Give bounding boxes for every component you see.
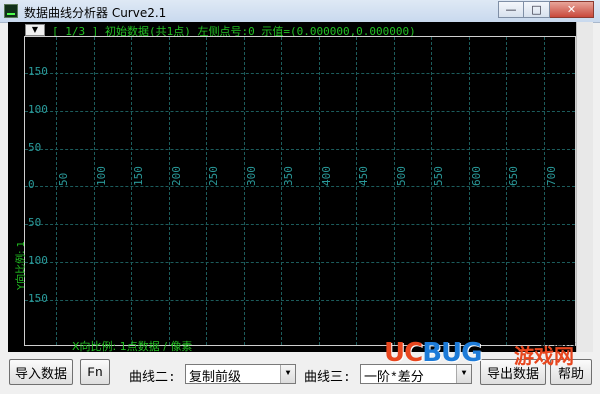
- grid-line-v: [544, 37, 545, 345]
- grid-line-v: [469, 37, 470, 345]
- y-tick-label: 0: [28, 178, 35, 191]
- grid-line-v: [56, 37, 57, 345]
- app-chart-icon: [4, 4, 18, 18]
- grid-line-v: [356, 37, 357, 345]
- window-title: 数据曲线分析器 Curve2.1: [24, 6, 167, 20]
- grid-line-v: [169, 37, 170, 345]
- x-tick-label: 150: [132, 166, 145, 186]
- x-tick-label: 600: [470, 166, 483, 186]
- grid-line-v: [506, 37, 507, 345]
- x-tick-label: 50: [57, 172, 70, 186]
- grid-line-v: [394, 37, 395, 345]
- minimize-button[interactable]: —: [498, 1, 524, 18]
- x-tick-label: 200: [170, 166, 183, 186]
- y-tick-label: 100: [28, 254, 48, 267]
- vertical-scrollbar[interactable]: [576, 22, 593, 352]
- x-tick-label: 500: [395, 166, 408, 186]
- x-scale-label: X向比例: 1点数据 / 像素: [72, 340, 193, 352]
- grid-line-h: [25, 224, 575, 225]
- curve3-value: 一阶*差分: [364, 370, 424, 385]
- chevron-down-icon: ▼: [280, 365, 295, 383]
- grid-line-v: [131, 37, 132, 345]
- x-tick-label: 550: [432, 166, 445, 186]
- x-tick-label: 100: [95, 166, 108, 186]
- grid-line-h: [25, 186, 575, 187]
- y-tick-label: 100: [28, 103, 48, 116]
- plot-dropdown-button[interactable]: ▼: [25, 24, 45, 36]
- watermark-text: 游戏网: [514, 344, 574, 368]
- fn-button[interactable]: Fn: [80, 359, 110, 385]
- maximize-button[interactable]: □: [524, 1, 550, 18]
- grid-line-h: [25, 300, 575, 301]
- grid-line-v: [281, 37, 282, 345]
- import-data-button[interactable]: 导入数据: [9, 359, 73, 385]
- curve2-label: 曲线二:: [129, 370, 176, 385]
- grid-line-v: [94, 37, 95, 345]
- grid-line-v: [319, 37, 320, 345]
- y-tick-label: 50: [28, 141, 42, 154]
- x-tick-label: 250: [207, 166, 220, 186]
- x-tick-label: 350: [282, 166, 295, 186]
- plot-canvas[interactable]: ▼ [ 1/3 ] 初始数据(共1点) 左侧点号:0 示值=(0.000000,…: [8, 22, 576, 352]
- x-tick-label: 650: [507, 166, 520, 186]
- y-tick-label: 50: [28, 216, 42, 229]
- y-tick-label: 150: [28, 65, 48, 78]
- grid-line-v: [206, 37, 207, 345]
- curve2-select[interactable]: 复制前级 ▼: [185, 364, 296, 385]
- x-tick-label: 400: [320, 166, 333, 186]
- y-scale-label: Y向比例: 1: [16, 240, 27, 290]
- grid-line-h: [25, 149, 575, 150]
- grid-line-v: [244, 37, 245, 345]
- grid-line-h: [25, 73, 575, 74]
- x-tick-label: 700: [545, 166, 558, 186]
- curve3-label: 曲线三:: [304, 370, 351, 385]
- grid-line-v: [431, 37, 432, 345]
- curve2-value: 复制前级: [189, 370, 242, 385]
- watermark-logo: UCBUG: [384, 338, 482, 368]
- x-tick-label: 300: [245, 166, 258, 186]
- y-tick-label: 150: [28, 292, 48, 305]
- grid-line-h: [25, 111, 575, 112]
- close-button[interactable]: ✕: [550, 1, 594, 18]
- x-tick-label: 450: [357, 166, 370, 186]
- title-bar[interactable]: 数据曲线分析器 Curve2.1 — □ ✕: [0, 0, 600, 23]
- window-controls: — □ ✕: [498, 1, 594, 18]
- grid-line-h: [25, 262, 575, 263]
